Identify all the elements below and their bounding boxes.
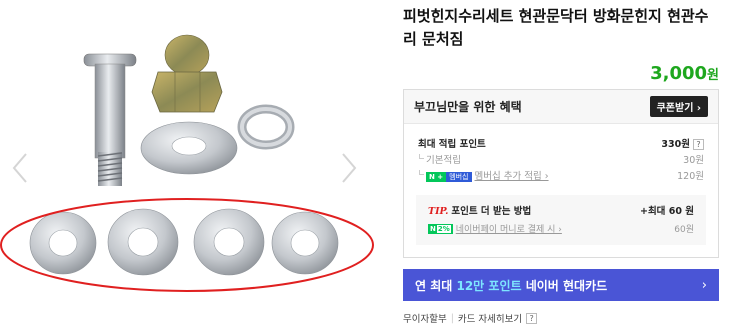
product-title-line2: 리 문처짐 — [403, 30, 464, 48]
product-photo — [0, 34, 374, 292]
product-title-line1: 피벗힌지수리세트 현관문닥터 방화문힌지 현관수 — [403, 7, 709, 25]
chevron-right-icon — [342, 153, 357, 183]
product-info-panel: 피벗힌지수리세트 현관문닥터 방화문힌지 현관수 리 문처짐 3,000원 부끄… — [403, 0, 719, 325]
membership-link[interactable]: 멤버십 추가 적립 › — [475, 171, 549, 182]
price-currency: 원 — [707, 68, 719, 83]
pivot-pin-image — [83, 53, 137, 186]
prev-image-button[interactable] — [8, 150, 32, 186]
points-section: 최대 적립 포인트 330원? 기본적립 30원 N + 멤버십 멤버십 추가 적립… — [404, 124, 718, 183]
max-points-row: 최대 적립 포인트 330원? — [418, 135, 704, 151]
naver-hyundai-card-banner[interactable]: 연 최대 12만 포인트 네이버 현대카드 › — [403, 269, 719, 301]
naverpay-n-mark: N — [430, 225, 436, 233]
benefit-title: 부끄님만을 위한 혜택 — [414, 100, 522, 114]
card-banner-highlight: 12만 포인트 — [456, 278, 522, 293]
card-banner-prefix: 연 최대 — [415, 278, 457, 293]
basic-points-label: 기본적립 — [418, 152, 461, 166]
tip-box: TIP. 포인트 더 받는 방법 +최대 60 원 N 2% 네이버페이 머니로 결제… — [416, 195, 706, 245]
spring-washer-image — [237, 104, 295, 150]
naverpay-money-link[interactable]: 네이버페이 머니로 결제 시 › — [456, 225, 562, 235]
tip-word: TIP. — [428, 206, 449, 217]
tip-max-points: +최대 60 원 — [639, 206, 694, 217]
membership-points-value: 120원 — [677, 171, 704, 182]
help-icon[interactable]: ? — [526, 312, 538, 324]
cap-nut-image — [151, 34, 223, 113]
tip-naverpay-value: 60원 — [674, 224, 694, 235]
installment-label: 무이자할부 — [403, 314, 447, 325]
basic-points-row: 기본적립 30원 — [418, 151, 704, 167]
benefit-header: 부끄님만을 위한 혜택 쿠폰받기 › — [404, 90, 718, 124]
membership-points-row: N + 멤버십 멤버십 추가 적립 › 120원 — [418, 167, 704, 183]
help-icon[interactable]: ? — [693, 139, 704, 150]
max-points-label: 최대 적립 포인트 — [418, 139, 486, 150]
coupon-button[interactable]: 쿠폰받기 › — [649, 96, 708, 117]
product-title: 피벗힌지수리세트 현관문닥터 방화문힌지 현관수 리 문처짐 — [403, 5, 719, 51]
flat-washer-image — [140, 121, 238, 175]
next-image-button[interactable] — [337, 150, 361, 186]
chevron-left-icon — [12, 153, 27, 183]
product-image-gallery — [0, 0, 386, 334]
card-details-link[interactable]: 카드 자세히보기 — [458, 311, 522, 325]
benefit-box: 부끄님만을 위한 혜택 쿠폰받기 › 최대 적립 포인트 330원? 기본적립 … — [403, 89, 719, 258]
washer-row-image — [29, 208, 339, 276]
naverpay-percent: 2% — [436, 225, 451, 233]
installment-row: 무이자할부 | 카드 자세히보기 ? — [403, 311, 538, 325]
basic-points-value: 30원 — [683, 155, 704, 166]
naverpay-percent-badge: N 2% — [428, 224, 453, 234]
chevron-right-icon: › — [701, 277, 707, 293]
naver-plus-badge: N + — [426, 171, 447, 182]
tip-header-row: TIP. 포인트 더 받는 방법 +최대 60 원 — [428, 201, 694, 219]
card-banner-suffix: 네이버 현대카드 — [521, 278, 608, 293]
product-price: 3,000 — [650, 63, 708, 84]
tip-naverpay-row: N 2% 네이버페이 머니로 결제 시 › 60원 — [428, 219, 694, 237]
max-points-value: 330원 — [661, 139, 690, 150]
membership-badge: 멤버십 — [446, 171, 472, 182]
tip-title: 포인트 더 받는 방법 — [451, 206, 532, 217]
separator: | — [450, 312, 454, 324]
price-row: 3,000원 — [403, 63, 719, 89]
